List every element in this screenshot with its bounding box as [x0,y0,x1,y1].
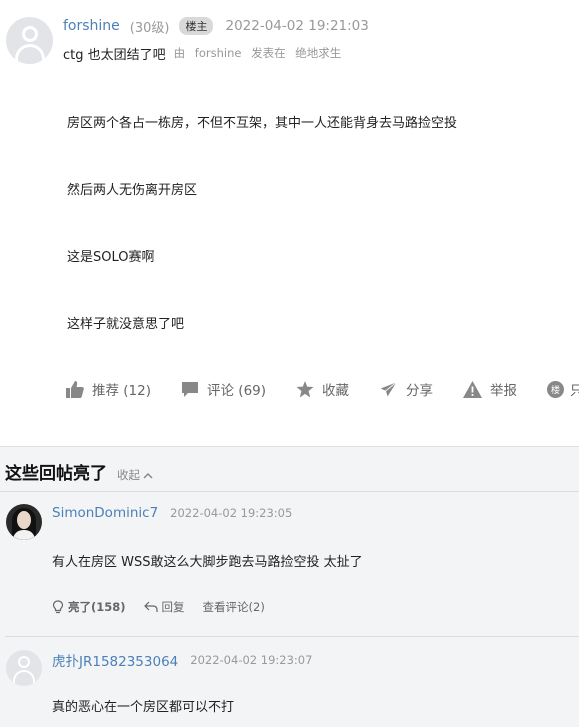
reply-meta: SimonDominic7 2022-04-02 19:23:05 [52,505,292,521]
light-button[interactable]: 亮了(158) [52,599,126,615]
op-badge: 楼主 [179,17,214,35]
share-button[interactable]: 分享 [379,379,433,399]
reply-arrow-icon [143,601,158,612]
reply-time: 2022-04-02 19:23:07 [190,653,313,667]
post-paragraph: 这是SOLO赛啊 [67,250,155,265]
board-link[interactable]: 绝地求生 [295,46,341,60]
post-title-line: ctg 也太团结了吧 由 forshine 发表在 绝地求生 [63,44,348,63]
post-time: 2022-04-02 19:21:03 [225,18,369,34]
favorite-button[interactable]: 收藏 [296,379,349,399]
collapse-label: 收起 [117,468,140,482]
reply-label: 回复 [161,600,185,614]
chevron-up-icon [143,472,153,479]
lightbulb-icon [52,600,64,614]
reply-text: 真的恶心在一个房区都可以不打 [52,700,235,715]
reply-username[interactable]: 虎扑JR1582353064 [52,650,178,670]
post-paragraph: 然后两人无伤离开房区 [67,183,198,198]
by-label: 由 [173,46,186,60]
author-avatar[interactable] [6,17,53,64]
section-title: 这些回帖亮了 [5,464,107,484]
reply-avatar[interactable] [6,504,42,540]
report-label: 举报 [490,383,518,399]
star-icon [296,380,314,397]
post-paragraph: 这样子就没意思了吧 [67,317,185,332]
post-source: 由 forshine 发表在 绝地求生 [174,45,348,61]
comment-icon [182,381,199,397]
light-label: 亮了(158) [68,600,126,614]
warning-icon [463,380,483,398]
reply-text: 有人在房区 WSS敢这么大脚步跑去马路捡空投 太扯了 [52,555,363,570]
divider [5,636,579,637]
reply-button[interactable]: 回复 [143,599,185,615]
only-op-button[interactable]: 楼 只 [547,379,579,399]
view-comments-button[interactable]: 查看评论(2) [203,599,265,615]
reply-avatar[interactable] [6,650,42,686]
share-label: 分享 [406,383,434,399]
highlighted-replies: 这些回帖亮了 收起 SimonDominic7 2022-04-02 19:23… [0,446,579,727]
post-actions: 推荐 (12) 评论 (69) 收藏 分享 举报 楼 只 [66,378,579,400]
view-comments-label: 查看评论(2) [202,600,265,614]
only-op-label: 只 [570,383,579,399]
divider [0,491,579,492]
reply-actions: 亮了(158) 回复 查看评论(2) [52,599,283,615]
reply-meta: 虎扑JR1582353064 2022-04-02 19:23:07 [52,650,312,670]
reply-time: 2022-04-02 19:23:05 [170,506,293,520]
collapse-button[interactable]: 收起 [117,467,153,483]
section-header: 这些回帖亮了 收起 [5,459,153,484]
avatar-placeholder-icon [18,656,30,668]
author-username[interactable]: forshine [63,18,120,34]
reply-username[interactable]: SimonDominic7 [52,505,158,521]
report-button[interactable]: 举报 [463,379,517,399]
comment-button[interactable]: 评论 (69) [181,379,266,399]
post-paragraph: 房区两个各占一栋房，不但不互架，其中一人还能背身去马路捡空投 [67,116,458,131]
author-level: (30级) [129,20,170,36]
comment-label: 评论 (69) [207,383,267,399]
post-title: ctg 也太团结了吧 [63,47,166,63]
recommend-label: 推荐 (12) [92,383,152,399]
recommend-button[interactable]: 推荐 (12) [66,379,151,399]
share-icon [379,380,399,398]
floor-icon: 楼 [547,380,565,398]
favorite-label: 收藏 [322,383,350,399]
thumbs-up-icon [66,380,84,398]
main-post: forshine (30级) 楼主 2022-04-02 19:21:03 ct… [0,0,579,446]
post-meta: forshine (30级) 楼主 2022-04-02 19:21:03 [63,17,369,36]
source-author[interactable]: forshine [195,46,242,60]
posted-in-label: 发表在 [251,46,286,60]
avatar-placeholder-icon [22,26,38,42]
